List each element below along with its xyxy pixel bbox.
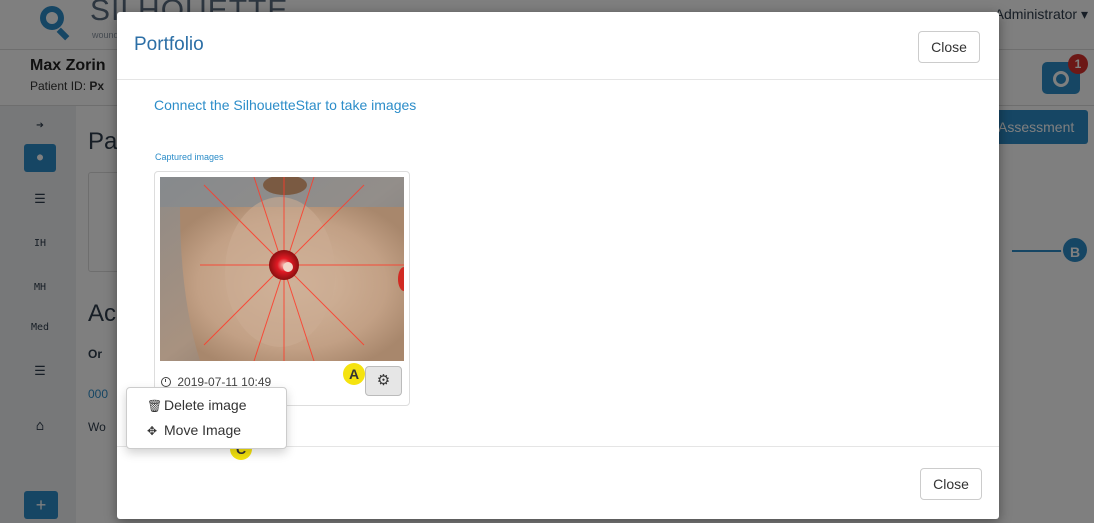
image-settings-button[interactable]: ⚙	[365, 366, 402, 396]
callout-a: A	[343, 363, 365, 385]
menu-item-delete-label: Delete image	[164, 397, 247, 413]
wound-image	[160, 177, 404, 361]
image-card: 2019-07-11 10:49 ⚙ A	[154, 171, 410, 406]
menu-item-move-label: Move Image	[164, 422, 242, 438]
image-actions-menu: 🗑 Delete image ✥ Move Image	[126, 387, 287, 449]
move-arrows-icon: ✥	[147, 424, 158, 438]
close-button-top[interactable]: Close	[918, 31, 980, 63]
menu-item-delete-image[interactable]: 🗑 Delete image	[147, 397, 247, 413]
modal-header: Portfolio Close	[117, 12, 999, 80]
modal-footer: Close	[117, 446, 999, 519]
close-button-bottom[interactable]: Close	[920, 468, 982, 500]
clock-icon	[161, 377, 171, 387]
trash-icon: 🗑	[147, 399, 163, 413]
captured-images-label: Captured images	[155, 152, 224, 162]
gear-icon: ⚙	[376, 372, 391, 389]
modal-title: Portfolio	[134, 34, 204, 55]
connect-device-link[interactable]: Connect the SilhouetteStar to take image…	[154, 97, 416, 113]
wound-image-thumbnail[interactable]	[160, 177, 404, 361]
menu-item-move-image[interactable]: ✥ Move Image	[147, 422, 241, 438]
